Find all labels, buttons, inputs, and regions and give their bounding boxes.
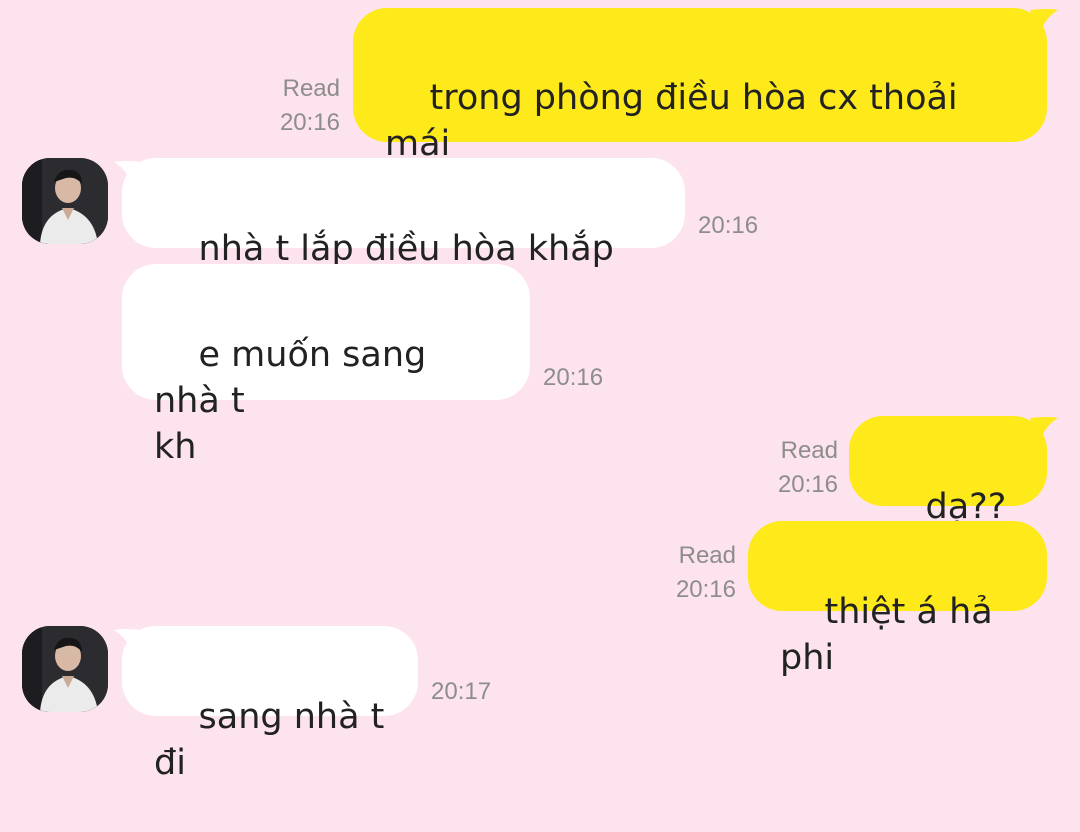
read-receipt: Read (780, 437, 838, 464)
message-text: thiệt á hả phi (780, 592, 1004, 678)
message-status: Read 20:16 (738, 434, 838, 502)
message-bubble-outgoing[interactable]: thiệt á hả phi (748, 521, 1047, 678)
message-status: Read 20:16 (636, 539, 736, 607)
contact-avatar[interactable] (22, 626, 108, 712)
message-text: sang nhà t đi (154, 697, 396, 783)
message-time: 20:17 (431, 678, 492, 705)
read-receipt: Read (282, 75, 340, 102)
message-bubble-outgoing[interactable]: trong phòng điều hòa cx thoải mái lắm ph… (353, 8, 1047, 210)
message-bubble-outgoing[interactable]: dạ?? :)) (849, 416, 1047, 573)
message-status: Read 20:16 (240, 72, 340, 140)
read-receipt: Read (678, 542, 736, 569)
chat-message-list[interactable]: Read 20:16 trong phòng điều hòa cx thoải… (0, 0, 1080, 783)
message-bubble-incoming[interactable]: sang nhà t đi (122, 626, 418, 783)
person-photo-icon (22, 626, 108, 712)
contact-avatar[interactable] (22, 158, 108, 244)
message-time: 20:16 (279, 109, 340, 136)
person-photo-icon (22, 158, 108, 244)
message-time: 20:16 (777, 471, 838, 498)
message-bubble-incoming[interactable]: e muốn sang nhà t kh (122, 264, 530, 467)
message-time: 20:16 (543, 364, 604, 391)
message-time: 20:16 (698, 212, 759, 239)
message-text: e muốn sang nhà t kh (154, 335, 427, 467)
message-bubble-incoming[interactable]: nhà t lắp điều hòa khắp nhà (122, 158, 685, 315)
message-time: 20:16 (675, 576, 736, 603)
